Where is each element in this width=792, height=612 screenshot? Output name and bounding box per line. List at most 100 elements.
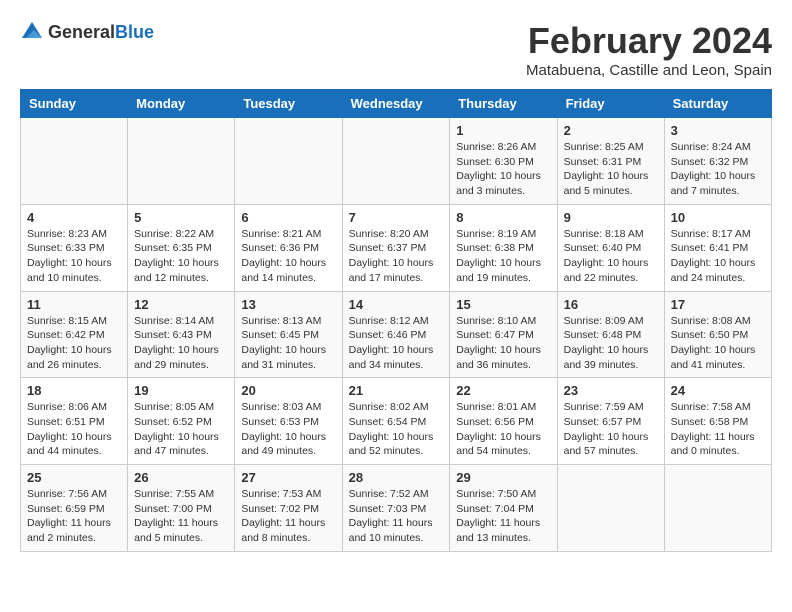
day-info: Sunrise: 8:10 AM Sunset: 6:47 PM Dayligh… bbox=[456, 314, 550, 373]
day-number: 20 bbox=[241, 383, 335, 398]
day-number: 16 bbox=[564, 297, 658, 312]
day-info: Sunrise: 8:14 AM Sunset: 6:43 PM Dayligh… bbox=[134, 314, 228, 373]
calendar-day-header: Friday bbox=[557, 90, 664, 118]
calendar-cell: 23 Sunrise: 7:59 AM Sunset: 6:57 PM Dayli… bbox=[557, 378, 664, 465]
calendar-cell: 1Sunrise: 8:26 AM Sunset: 6:30 PM Daylig… bbox=[450, 118, 557, 205]
day-info: Sunrise: 8:13 AM Sunset: 6:45 PM Dayligh… bbox=[241, 314, 335, 373]
day-info: Sunrise: 7:50 AM Sunset: 7:04 PM Dayligh… bbox=[456, 487, 550, 546]
day-number: 13 bbox=[241, 297, 335, 312]
calendar-cell: 5 Sunrise: 8:22 AM Sunset: 6:35 PM Daylig… bbox=[128, 204, 235, 291]
day-number: 22 bbox=[456, 383, 550, 398]
day-number: 3 bbox=[671, 123, 765, 138]
calendar-day-header: Tuesday bbox=[235, 90, 342, 118]
logo-text-general: General bbox=[48, 22, 115, 42]
day-number: 4 bbox=[27, 210, 121, 225]
calendar-cell: 6 Sunrise: 8:21 AM Sunset: 6:36 PM Daylig… bbox=[235, 204, 342, 291]
logo-icon bbox=[20, 20, 44, 44]
calendar-day-header: Thursday bbox=[450, 90, 557, 118]
day-number: 9 bbox=[564, 210, 658, 225]
day-info: Sunrise: 8:24 AM Sunset: 6:32 PM Dayligh… bbox=[671, 140, 765, 199]
calendar-week-row: 11 Sunrise: 8:15 AM Sunset: 6:42 PM Dayli… bbox=[21, 291, 772, 378]
day-number: 11 bbox=[27, 297, 121, 312]
calendar-cell: 29 Sunrise: 7:50 AM Sunset: 7:04 PM Dayli… bbox=[450, 465, 557, 552]
day-info: Sunrise: 7:58 AM Sunset: 6:58 PM Dayligh… bbox=[671, 400, 765, 459]
day-info: Sunrise: 8:15 AM Sunset: 6:42 PM Dayligh… bbox=[27, 314, 121, 373]
calendar-cell: 10 Sunrise: 8:17 AM Sunset: 6:41 PM Dayli… bbox=[664, 204, 771, 291]
day-info: Sunrise: 8:23 AM Sunset: 6:33 PM Dayligh… bbox=[27, 227, 121, 286]
calendar-cell: 25 Sunrise: 7:56 AM Sunset: 6:59 PM Dayli… bbox=[21, 465, 128, 552]
day-info: Sunrise: 7:52 AM Sunset: 7:03 PM Dayligh… bbox=[349, 487, 444, 546]
calendar-cell: 27Sunrise: 7:53 AM Sunset: 7:02 PM Dayli… bbox=[235, 465, 342, 552]
day-info: Sunrise: 8:01 AM Sunset: 6:56 PM Dayligh… bbox=[456, 400, 550, 459]
calendar-cell bbox=[664, 465, 771, 552]
calendar-day-header: Monday bbox=[128, 90, 235, 118]
day-number: 2 bbox=[564, 123, 658, 138]
day-number: 24 bbox=[671, 383, 765, 398]
calendar-cell: 4 Sunrise: 8:23 AM Sunset: 6:33 PM Daylig… bbox=[21, 204, 128, 291]
day-number: 25 bbox=[27, 470, 121, 485]
calendar-week-row: 4 Sunrise: 8:23 AM Sunset: 6:33 PM Daylig… bbox=[21, 204, 772, 291]
title-area: February 2024 Matabuena, Castille and Le… bbox=[526, 20, 772, 79]
calendar-cell: 17 Sunrise: 8:08 AM Sunset: 6:50 PM Dayli… bbox=[664, 291, 771, 378]
calendar-table: SundayMondayTuesdayWednesdayThursdayFrid… bbox=[20, 89, 772, 552]
day-number: 18 bbox=[27, 383, 121, 398]
day-number: 14 bbox=[349, 297, 444, 312]
calendar-week-row: 18 Sunrise: 8:06 AM Sunset: 6:51 PM Dayli… bbox=[21, 378, 772, 465]
calendar-cell: 19Sunrise: 8:05 AM Sunset: 6:52 PM Dayli… bbox=[128, 378, 235, 465]
calendar-cell: 24 Sunrise: 7:58 AM Sunset: 6:58 PM Dayli… bbox=[664, 378, 771, 465]
day-info: Sunrise: 8:22 AM Sunset: 6:35 PM Dayligh… bbox=[134, 227, 228, 286]
calendar-day-header: Sunday bbox=[21, 90, 128, 118]
day-number: 5 bbox=[134, 210, 228, 225]
calendar-cell: 2 Sunrise: 8:25 AM Sunset: 6:31 PM Daylig… bbox=[557, 118, 664, 205]
page-header: GeneralBlue February 2024 Matabuena, Cas… bbox=[20, 20, 772, 79]
day-info: Sunrise: 8:08 AM Sunset: 6:50 PM Dayligh… bbox=[671, 314, 765, 373]
calendar-cell: 3 Sunrise: 8:24 AM Sunset: 6:32 PM Daylig… bbox=[664, 118, 771, 205]
day-info: Sunrise: 8:18 AM Sunset: 6:40 PM Dayligh… bbox=[564, 227, 658, 286]
calendar-day-header: Wednesday bbox=[342, 90, 450, 118]
day-info: Sunrise: 7:55 AM Sunset: 7:00 PM Dayligh… bbox=[134, 487, 228, 546]
day-number: 17 bbox=[671, 297, 765, 312]
day-number: 26 bbox=[134, 470, 228, 485]
day-info: Sunrise: 8:06 AM Sunset: 6:51 PM Dayligh… bbox=[27, 400, 121, 459]
day-number: 28 bbox=[349, 470, 444, 485]
day-info: Sunrise: 8:19 AM Sunset: 6:38 PM Dayligh… bbox=[456, 227, 550, 286]
calendar-day-header: Saturday bbox=[664, 90, 771, 118]
calendar-body: 1Sunrise: 8:26 AM Sunset: 6:30 PM Daylig… bbox=[21, 118, 772, 552]
calendar-week-row: 25 Sunrise: 7:56 AM Sunset: 6:59 PM Dayli… bbox=[21, 465, 772, 552]
day-number: 8 bbox=[456, 210, 550, 225]
day-info: Sunrise: 8:03 AM Sunset: 6:53 PM Dayligh… bbox=[241, 400, 335, 459]
day-info: Sunrise: 8:25 AM Sunset: 6:31 PM Dayligh… bbox=[564, 140, 658, 199]
location-subtitle: Matabuena, Castille and Leon, Spain bbox=[526, 62, 772, 79]
calendar-cell bbox=[235, 118, 342, 205]
day-info: Sunrise: 8:21 AM Sunset: 6:36 PM Dayligh… bbox=[241, 227, 335, 286]
day-number: 7 bbox=[349, 210, 444, 225]
day-number: 21 bbox=[349, 383, 444, 398]
calendar-cell: 14Sunrise: 8:12 AM Sunset: 6:46 PM Dayli… bbox=[342, 291, 450, 378]
day-number: 23 bbox=[564, 383, 658, 398]
calendar-cell: 21 Sunrise: 8:02 AM Sunset: 6:54 PM Dayli… bbox=[342, 378, 450, 465]
day-info: Sunrise: 8:02 AM Sunset: 6:54 PM Dayligh… bbox=[349, 400, 444, 459]
day-info: Sunrise: 8:26 AM Sunset: 6:30 PM Dayligh… bbox=[456, 140, 550, 199]
calendar-cell: 11 Sunrise: 8:15 AM Sunset: 6:42 PM Dayli… bbox=[21, 291, 128, 378]
day-info: Sunrise: 8:05 AM Sunset: 6:52 PM Dayligh… bbox=[134, 400, 228, 459]
day-number: 6 bbox=[241, 210, 335, 225]
calendar-cell: 15Sunrise: 8:10 AM Sunset: 6:47 PM Dayli… bbox=[450, 291, 557, 378]
calendar-header: SundayMondayTuesdayWednesdayThursdayFrid… bbox=[21, 90, 772, 118]
day-number: 12 bbox=[134, 297, 228, 312]
logo: GeneralBlue bbox=[20, 20, 154, 44]
calendar-cell bbox=[21, 118, 128, 205]
day-number: 29 bbox=[456, 470, 550, 485]
calendar-cell: 22 Sunrise: 8:01 AM Sunset: 6:56 PM Dayli… bbox=[450, 378, 557, 465]
day-info: Sunrise: 8:17 AM Sunset: 6:41 PM Dayligh… bbox=[671, 227, 765, 286]
calendar-cell: 20 Sunrise: 8:03 AM Sunset: 6:53 PM Dayli… bbox=[235, 378, 342, 465]
day-number: 10 bbox=[671, 210, 765, 225]
calendar-cell: 12 Sunrise: 8:14 AM Sunset: 6:43 PM Dayli… bbox=[128, 291, 235, 378]
calendar-cell: 7Sunrise: 8:20 AM Sunset: 6:37 PM Daylig… bbox=[342, 204, 450, 291]
calendar-cell bbox=[128, 118, 235, 205]
calendar-cell: 16 Sunrise: 8:09 AM Sunset: 6:48 PM Dayli… bbox=[557, 291, 664, 378]
calendar-cell: 13 Sunrise: 8:13 AM Sunset: 6:45 PM Dayli… bbox=[235, 291, 342, 378]
day-info: Sunrise: 7:59 AM Sunset: 6:57 PM Dayligh… bbox=[564, 400, 658, 459]
calendar-cell: 8 Sunrise: 8:19 AM Sunset: 6:38 PM Daylig… bbox=[450, 204, 557, 291]
day-info: Sunrise: 8:09 AM Sunset: 6:48 PM Dayligh… bbox=[564, 314, 658, 373]
day-info: Sunrise: 7:56 AM Sunset: 6:59 PM Dayligh… bbox=[27, 487, 121, 546]
